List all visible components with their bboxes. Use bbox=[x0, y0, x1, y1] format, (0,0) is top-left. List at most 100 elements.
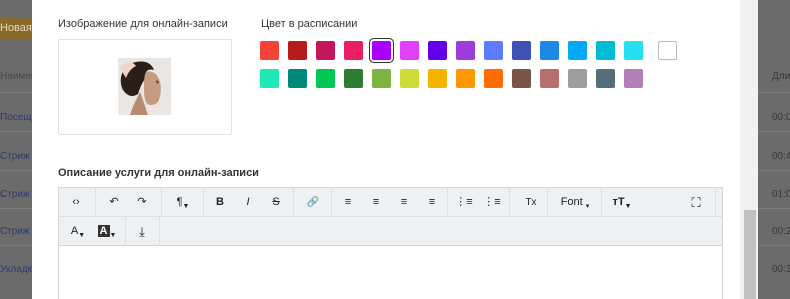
table-column-header: Дли bbox=[772, 71, 790, 82]
align-left-button[interactable]: ≡ bbox=[337, 193, 359, 212]
redo-icon: ↷ bbox=[137, 196, 147, 208]
toolbar-divider bbox=[95, 188, 96, 217]
color-swatch[interactable] bbox=[568, 69, 587, 88]
divider bbox=[758, 131, 790, 132]
color-swatch[interactable] bbox=[288, 41, 307, 60]
code-icon: ‹› bbox=[72, 196, 80, 208]
font-size-icon: тT bbox=[612, 196, 625, 208]
font-size-button[interactable]: тT▼ bbox=[609, 193, 635, 212]
color-swatch[interactable] bbox=[456, 41, 475, 60]
strikethrough-button[interactable]: S bbox=[265, 193, 287, 212]
color-swatch[interactable] bbox=[568, 41, 587, 60]
numbered-list-icon: ⋮≡ bbox=[483, 196, 501, 208]
insert-file-button[interactable]: ⤓ bbox=[131, 222, 153, 241]
toolbar-divider bbox=[547, 188, 548, 217]
divider bbox=[0, 170, 32, 171]
color-swatch[interactable] bbox=[428, 69, 447, 88]
divider bbox=[758, 208, 790, 209]
font-family-dropdown[interactable]: Font ▾ bbox=[555, 193, 595, 212]
color-swatch[interactable] bbox=[344, 69, 363, 88]
editor-content-area[interactable] bbox=[59, 246, 722, 299]
color-swatch[interactable] bbox=[400, 41, 419, 60]
toolbar-divider bbox=[161, 188, 162, 217]
color-swatch[interactable] bbox=[624, 69, 643, 88]
background-color-icon: A bbox=[97, 225, 110, 237]
italic-button[interactable]: I bbox=[237, 193, 259, 212]
italic-icon: I bbox=[246, 196, 250, 208]
link-icon: 🔗 bbox=[306, 197, 320, 208]
color-swatch[interactable] bbox=[372, 41, 391, 60]
color-swatch[interactable] bbox=[624, 41, 643, 60]
color-swatch[interactable] bbox=[540, 69, 559, 88]
color-swatch[interactable] bbox=[288, 69, 307, 88]
align-justify-button[interactable]: ≡ bbox=[421, 193, 443, 212]
align-right-button[interactable]: ≡ bbox=[393, 193, 415, 212]
divider bbox=[0, 245, 32, 246]
align-center-button[interactable]: ≡ bbox=[365, 193, 387, 212]
color-swatch[interactable] bbox=[428, 41, 447, 60]
table-row: Стриж bbox=[0, 151, 30, 162]
link-button[interactable]: 🔗 bbox=[299, 193, 327, 212]
table-cell: 00:0 bbox=[772, 112, 790, 123]
align-left-icon: ≡ bbox=[344, 196, 352, 208]
divider bbox=[0, 131, 32, 132]
description-label: Описание услуги для онлайн-записи bbox=[58, 167, 259, 179]
align-center-icon: ≡ bbox=[372, 196, 380, 208]
color-swatch[interactable] bbox=[316, 69, 335, 88]
bold-button[interactable]: B bbox=[209, 193, 231, 212]
bold-icon: B bbox=[216, 196, 224, 208]
undo-button[interactable]: ↶ bbox=[103, 193, 125, 212]
color-swatch[interactable] bbox=[540, 41, 559, 60]
toolbar-divider bbox=[331, 188, 332, 217]
align-justify-icon: ≡ bbox=[428, 196, 436, 208]
table-row: Укладк bbox=[0, 264, 32, 275]
color-swatch[interactable] bbox=[316, 41, 335, 60]
toolbar-divider bbox=[159, 217, 160, 246]
color-swatch[interactable] bbox=[344, 41, 363, 60]
color-swatch[interactable] bbox=[260, 69, 279, 88]
color-swatch[interactable] bbox=[400, 69, 419, 88]
chevron-down-icon: ▾ bbox=[585, 203, 590, 211]
bulleted-list-button[interactable]: ⋮≡ bbox=[453, 193, 475, 212]
color-swatch[interactable] bbox=[596, 41, 615, 60]
service-edit-modal: Изображение для онлайн-записи Цвет в рас… bbox=[32, 0, 740, 299]
fullscreen-icon: ⛶ bbox=[691, 195, 701, 210]
toolbar-divider bbox=[125, 217, 126, 246]
bulleted-list-icon: ⋮≡ bbox=[455, 196, 473, 208]
color-label: Цвет в расписании bbox=[261, 18, 358, 30]
divider bbox=[758, 245, 790, 246]
color-swatch[interactable] bbox=[456, 69, 475, 88]
toolbar-divider bbox=[447, 188, 448, 217]
numbered-list-button[interactable]: ⋮≡ bbox=[481, 193, 503, 212]
redo-button[interactable]: ↷ bbox=[131, 193, 153, 212]
table-row: Стриж bbox=[0, 226, 30, 237]
toolbar-row: ‹› ↶ ↷ ¶▼ B I S 🔗 ≡ ≡ ≡ ≡ ⋮≡ ⋮≡ Tx Font … bbox=[59, 188, 722, 217]
code-view-button[interactable]: ‹› bbox=[65, 193, 87, 212]
image-upload-box[interactable] bbox=[58, 39, 232, 135]
background-table-left: Новая Наимен Посещ Стриж Стриж Стриж Укл… bbox=[0, 0, 32, 299]
image-label: Изображение для онлайн-записи bbox=[58, 18, 228, 30]
color-swatch[interactable] bbox=[512, 41, 531, 60]
paragraph-format-button[interactable]: ¶▼ bbox=[169, 193, 197, 212]
divider bbox=[0, 92, 32, 93]
color-swatch[interactable] bbox=[372, 69, 391, 88]
table-column-header: Наимен bbox=[0, 71, 32, 82]
clear-format-icon: Tx bbox=[525, 197, 537, 208]
divider bbox=[0, 208, 32, 209]
color-swatch[interactable] bbox=[260, 41, 279, 60]
table-row: Посещ bbox=[0, 112, 32, 123]
fullscreen-button[interactable]: ⛶ bbox=[685, 193, 707, 212]
color-swatch[interactable] bbox=[596, 69, 615, 88]
color-swatch-white[interactable] bbox=[658, 41, 677, 60]
color-swatch[interactable] bbox=[512, 69, 531, 88]
scrollbar-thumb[interactable] bbox=[744, 210, 756, 299]
color-swatch[interactable] bbox=[484, 69, 503, 88]
undo-icon: ↶ bbox=[109, 196, 119, 208]
clear-format-button[interactable]: Tx bbox=[519, 193, 543, 212]
text-color-button[interactable]: A▼ bbox=[67, 222, 89, 241]
align-right-icon: ≡ bbox=[400, 196, 408, 208]
toolbar-divider bbox=[509, 188, 510, 217]
background-color-button[interactable]: A ▼ bbox=[95, 222, 119, 241]
toolbar-divider bbox=[715, 188, 716, 217]
color-swatch[interactable] bbox=[484, 41, 503, 60]
